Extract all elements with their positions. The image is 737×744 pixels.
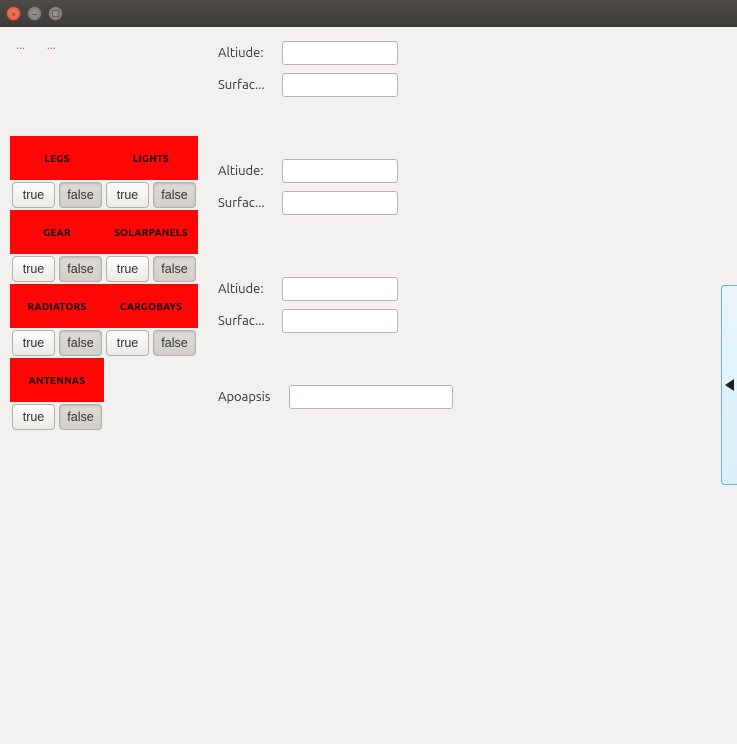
tile-label-lights: LIGHTS bbox=[104, 136, 198, 180]
group2-altitude-row: Altiude: bbox=[218, 157, 453, 185]
min-glyph: – bbox=[32, 9, 36, 19]
chevron-left-icon bbox=[725, 379, 734, 391]
radiators-true-button[interactable]: true bbox=[12, 330, 55, 356]
antennas-false-button[interactable]: false bbox=[59, 404, 102, 430]
tile-antennas: ANTENNAS true false bbox=[10, 358, 104, 432]
solarpanels-true-button[interactable]: true bbox=[106, 256, 149, 282]
tile-cargobays: CARGOBAYS true false bbox=[104, 284, 198, 358]
group2-surface-label: Surfac... bbox=[218, 196, 276, 210]
minimize-icon[interactable]: – bbox=[27, 6, 42, 21]
close-icon[interactable]: × bbox=[6, 6, 21, 21]
apoapsis-input[interactable] bbox=[289, 385, 453, 409]
maximize-icon[interactable]: ▢ bbox=[48, 6, 63, 21]
tile-label-antennas: ANTENNAS bbox=[10, 358, 104, 402]
tile-radiators: RADIATORS true false bbox=[10, 284, 104, 358]
gear-true-button[interactable]: true bbox=[12, 256, 55, 282]
solarpanels-false-button[interactable]: false bbox=[153, 256, 196, 282]
close-glyph: × bbox=[11, 9, 16, 19]
group3-surface-label: Surfac... bbox=[218, 314, 276, 328]
top-ellipses: ... ... bbox=[10, 39, 208, 54]
group1-altitude-row: Altiude: bbox=[218, 39, 453, 67]
tf-row-radiators: true false bbox=[10, 328, 104, 358]
legs-false-button[interactable]: false bbox=[59, 182, 102, 208]
tile-label-cargobays: CARGOBAYS bbox=[104, 284, 198, 328]
group1-surface-label: Surfac... bbox=[218, 78, 276, 92]
tile-lights: LIGHTS true false bbox=[104, 136, 198, 210]
right-column: Altiude: Surfac... Altiude: Surfac... Al… bbox=[218, 39, 453, 411]
tile-grid: LEGS true false LIGHTS true false GEAR t… bbox=[10, 136, 208, 432]
tile-label-legs: LEGS bbox=[10, 136, 104, 180]
cargobays-false-button[interactable]: false bbox=[153, 330, 196, 356]
group3-altitude-input[interactable] bbox=[282, 277, 398, 301]
lights-false-button[interactable]: false bbox=[153, 182, 196, 208]
tf-row-gear: true false bbox=[10, 254, 104, 284]
antennas-true-button[interactable]: true bbox=[12, 404, 55, 430]
titlebar: × – ▢ bbox=[0, 0, 737, 27]
tf-row-cargobays: true false bbox=[104, 328, 198, 358]
side-tab[interactable] bbox=[721, 285, 737, 485]
spacer-1 bbox=[218, 103, 453, 153]
lights-true-button[interactable]: true bbox=[106, 182, 149, 208]
group2-altitude-label: Altiude: bbox=[218, 164, 276, 178]
tf-row-legs: true false bbox=[10, 180, 104, 210]
tile-label-solarpanels: SOLARPANELS bbox=[104, 210, 198, 254]
group2-surface-row: Surfac... bbox=[218, 189, 453, 217]
max-glyph: ▢ bbox=[51, 8, 60, 19]
tf-row-lights: true false bbox=[104, 180, 198, 210]
tile-label-gear: GEAR bbox=[10, 210, 104, 254]
left-column: ... ... LEGS true false LIGHTS true fals… bbox=[10, 39, 208, 432]
apoapsis-label: Apoapsis bbox=[218, 390, 283, 404]
group3-surface-input[interactable] bbox=[282, 309, 398, 333]
group1-altitude-label: Altiude: bbox=[218, 46, 276, 60]
tf-row-solarpanels: true false bbox=[104, 254, 198, 284]
radiators-false-button[interactable]: false bbox=[59, 330, 102, 356]
gear-false-button[interactable]: false bbox=[59, 256, 102, 282]
group2-surface-input[interactable] bbox=[282, 191, 398, 215]
tile-label-radiators: RADIATORS bbox=[10, 284, 104, 328]
tile-gear: GEAR true false bbox=[10, 210, 104, 284]
ellipsis-b: ... bbox=[47, 39, 56, 52]
group3-surface-row: Surfac... bbox=[218, 307, 453, 335]
client-area: ... ... LEGS true false LIGHTS true fals… bbox=[0, 27, 737, 444]
ellipsis-a: ... bbox=[16, 39, 25, 52]
group3-altitude-label: Altiude: bbox=[218, 282, 276, 296]
group1-surface-input[interactable] bbox=[282, 73, 398, 97]
group1-altitude-input[interactable] bbox=[282, 41, 398, 65]
group3-altitude-row: Altiude: bbox=[218, 275, 453, 303]
legs-true-button[interactable]: true bbox=[12, 182, 55, 208]
apoapsis-row: Apoapsis bbox=[218, 383, 453, 411]
group2-altitude-input[interactable] bbox=[282, 159, 398, 183]
cargobays-true-button[interactable]: true bbox=[106, 330, 149, 356]
group1-surface-row: Surfac... bbox=[218, 71, 453, 99]
tf-row-antennas: true false bbox=[10, 402, 104, 432]
spacer-2 bbox=[218, 221, 453, 271]
spacer-3 bbox=[218, 339, 453, 379]
tile-legs: LEGS true false bbox=[10, 136, 104, 210]
tile-solarpanels: SOLARPANELS true false bbox=[104, 210, 198, 284]
